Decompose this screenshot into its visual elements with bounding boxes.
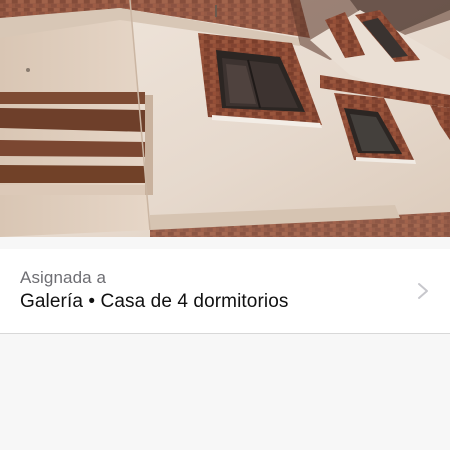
building-facade-photo xyxy=(0,0,450,237)
property-photo[interactable] xyxy=(0,0,450,237)
empty-background xyxy=(0,334,450,450)
chevron-right-icon xyxy=(416,281,430,301)
assigned-to-label: Asignada a xyxy=(20,268,107,287)
assigned-to-row[interactable]: Asignada a Galería • Casa de 4 dormitori… xyxy=(0,249,450,334)
screen: Asignada a Galería • Casa de 4 dormitori… xyxy=(0,0,450,450)
assigned-to-value: Galería • Casa de 4 dormitorios xyxy=(20,291,289,312)
